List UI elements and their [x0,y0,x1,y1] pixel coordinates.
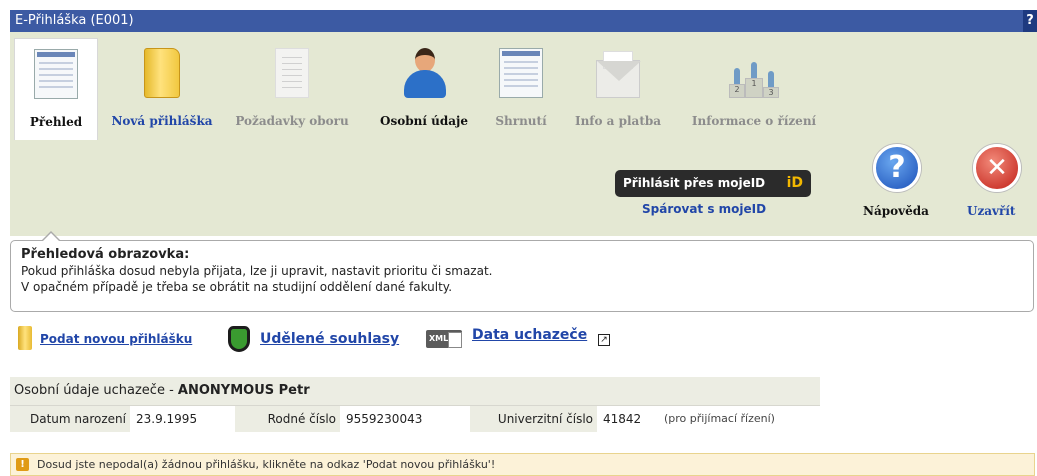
applicant-heading-prefix: Osobní údaje uchazeče - [14,383,174,398]
tab-summary-label: Shrnutí [495,114,547,128]
shield-icon [228,326,250,352]
tab-program-requirements-label: Požadavky oboru [235,114,349,128]
applicant-heading: Osobní údaje uchazeče - ANONYMOUS Petr [10,377,820,405]
info-box-pointer [41,231,61,242]
university-id-label: Univerzitní číslo [470,406,597,432]
toolbar: Přehled Nová přihláška Požadavky oboru O… [10,32,1037,236]
mojeid-login-label: Přihlásit přes mojeID [623,176,766,190]
new-application-link-group: Podat novou přihlášku [18,324,218,354]
window-title-bar: E-Přihláška (E001) ? [10,10,1037,32]
folder-icon [144,48,180,98]
applicant-data-link-group: XML Data uchazeče ↗ [426,324,646,354]
person-icon [402,48,446,98]
help-icon[interactable]: ? [1023,10,1037,32]
external-link-icon[interactable]: ↗ [598,334,610,346]
consents-link-group: Udělené souhlasy [228,324,418,354]
applicant-data-link[interactable]: Data uchazeče [472,327,587,343]
table-row: Datum narození 23.9.1995 Rodné číslo 955… [10,405,820,432]
close-button[interactable]: ✕ [973,144,1021,192]
birth-date-label: Datum narození [10,406,130,432]
tab-new-application-label: Nová přihláška [111,114,213,128]
tab-info-payment-label: Info a platba [574,114,662,128]
info-box: Přehledová obrazovka: Pokud přihláška do… [10,231,1034,312]
tab-new-application[interactable]: Nová přihláška [104,38,220,140]
warning-icon: ! [16,458,29,471]
folder-icon [18,326,32,350]
podium-icon: 2 1 3 [729,48,779,98]
tab-procedure-info-label: Informace o řízení [691,114,817,128]
university-id-value: 41842 [603,412,642,426]
tab-info-payment[interactable]: Info a platba [566,38,670,140]
info-line-2: V opačném případě je třeba se obrátit na… [21,280,453,294]
overview-screen-icon [34,49,78,99]
tab-personal-data-label: Osobní údaje [380,114,468,128]
document-icon [275,48,309,98]
close-button-label[interactable]: Uzavřít [967,204,1015,218]
personal-id-label: Rodné číslo [235,406,340,432]
action-links: Podat novou přihlášku Udělené souhlasy X… [18,324,818,354]
mojeid-login-button[interactable]: Přihlásit přes mojeID iD [615,170,811,197]
applicant-name: ANONYMOUS Petr [177,383,310,398]
window-title: E-Přihláška (E001) [15,13,134,28]
university-id-note: (pro přijímací řízení) [664,412,775,425]
tab-overview-label: Přehled [29,115,83,129]
consents-link[interactable]: Udělené souhlasy [260,331,399,347]
birth-date-value: 23.9.1995 [136,412,198,426]
info-heading: Přehledová obrazovka: [21,247,190,262]
mojeid-logo-icon: iD [786,175,803,191]
tab-program-requirements[interactable]: Požadavky oboru [228,38,356,140]
warning-text: Dosud jste nepodal(a) žádnou přihlášku, … [37,458,496,471]
tab-procedure-info[interactable]: 2 1 3 Informace o řízení [682,38,826,140]
help-button[interactable]: ? [873,144,921,192]
xml-file-icon: XML [426,330,462,348]
tab-summary[interactable]: Shrnutí [486,38,556,140]
warning-bar: ! Dosud jste nepodal(a) žádnou přihlášku… [10,453,1035,476]
mojeid-pair-link[interactable]: Spárovat s mojeID [642,202,766,216]
new-application-link[interactable]: Podat novou přihlášku [40,332,192,346]
applicant-table: Osobní údaje uchazeče - ANONYMOUS Petr D… [10,377,820,432]
info-line-1: Pokud přihláška dosud nebyla přijata, lz… [21,264,493,278]
summary-screen-icon [499,48,543,98]
envelope-icon [596,51,641,98]
tab-overview[interactable]: Přehled [14,38,98,140]
help-button-label[interactable]: Nápověda [863,204,929,218]
tab-personal-data[interactable]: Osobní údaje [370,38,478,140]
personal-id-value: 9559230043 [346,412,423,426]
